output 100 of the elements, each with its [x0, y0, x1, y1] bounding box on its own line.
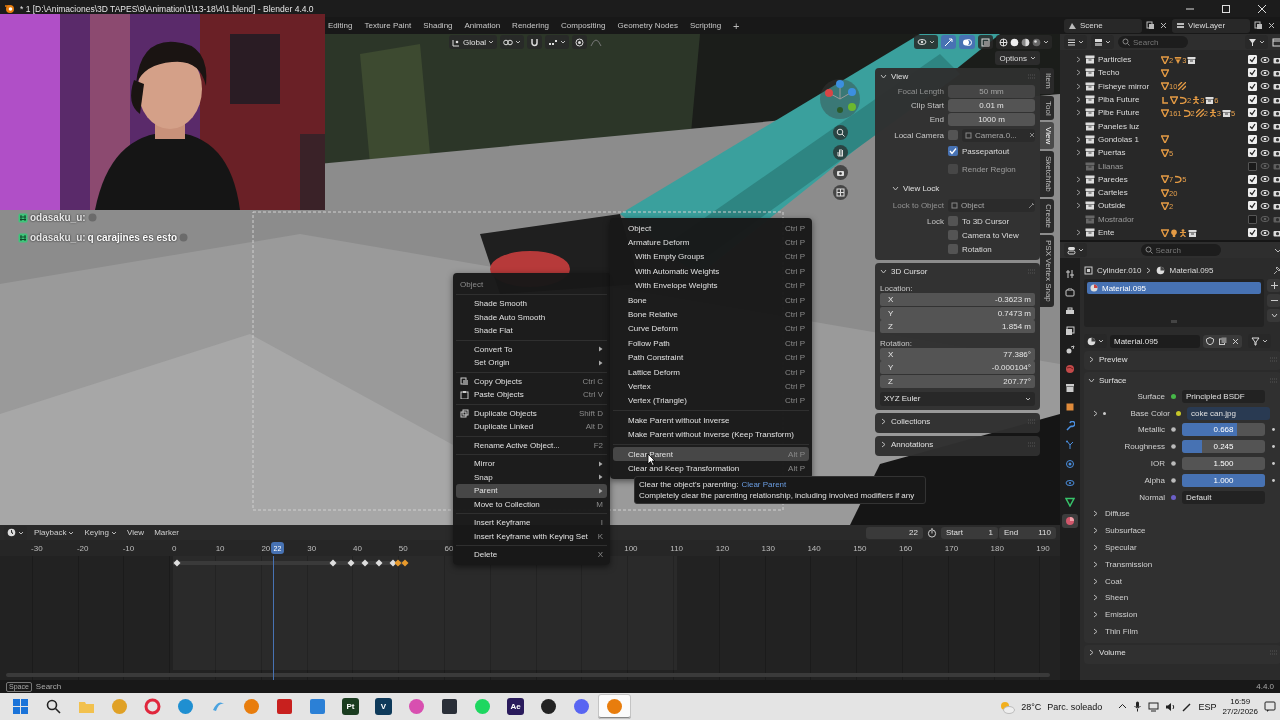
- subpanel-title[interactable]: Specular: [1105, 543, 1137, 553]
- current-frame-field[interactable]: 22: [866, 526, 923, 539]
- collection-name[interactable]: Gondolas 1: [1098, 134, 1158, 144]
- workspace-tab[interactable]: Rendering: [506, 19, 556, 32]
- value-slider[interactable]: 0.668: [1182, 423, 1265, 437]
- menu-item[interactable]: Shade Auto Smooth: [456, 310, 607, 324]
- menu-item[interactable]: View: [123, 528, 148, 537]
- view-layer-selector[interactable]: ViewLayer: [1172, 18, 1250, 33]
- panel-title[interactable]: Surface: [1099, 375, 1127, 385]
- value-slider[interactable]: 0.245: [1182, 440, 1265, 454]
- menu-item[interactable]: Armature Deform Ctrl P: [613, 235, 809, 250]
- link-field[interactable]: coke can.jpg: [1187, 406, 1270, 420]
- collection-name[interactable]: Mostrador: [1098, 214, 1158, 224]
- collection-name[interactable]: Piba Future: [1098, 95, 1158, 105]
- menu-item[interactable]: Vertex (Triangle) Ctrl P: [613, 393, 809, 409]
- sidebar-tab[interactable]: Item: [1040, 68, 1054, 94]
- breadcrumb-item[interactable]: Material.095: [1169, 265, 1214, 275]
- vector-field[interactable]: Y -0.000104°: [880, 361, 1035, 375]
- menu-item[interactable]: With Automatic Weights Ctrl P: [613, 264, 809, 279]
- panel-title[interactable]: 3D Cursor: [891, 266, 928, 276]
- collection-name[interactable]: Paneles luz: [1098, 121, 1158, 131]
- workspace-tab[interactable]: Scripting: [683, 19, 728, 32]
- collection-name[interactable]: Outside: [1098, 201, 1158, 211]
- menu-item[interactable]: Object Ctrl P: [613, 221, 809, 236]
- menu-item[interactable]: Curve Deform Ctrl P: [613, 321, 809, 337]
- menu-item[interactable]: Rename Active Object... F2: [456, 438, 607, 452]
- menu-item[interactable]: Keying: [81, 528, 120, 537]
- collection-name[interactable]: Partircles: [1098, 55, 1158, 65]
- number-field[interactable]: 1.500: [1182, 457, 1265, 471]
- start-frame-field[interactable]: Start 1: [941, 526, 998, 539]
- workspace-tab[interactable]: Editing: [322, 19, 359, 32]
- workspace-tab[interactable]: Texture Paint: [358, 19, 418, 32]
- vector-field[interactable]: Z 207.77°: [880, 374, 1035, 388]
- workspace-tab[interactable]: Compositing: [555, 19, 612, 32]
- workspace-tab[interactable]: Animation: [458, 19, 507, 32]
- menu-item[interactable]: Vertex Ctrl P: [613, 379, 809, 394]
- panel-title[interactable]: View: [891, 71, 909, 81]
- subpanel-title[interactable]: Diffuse: [1105, 509, 1130, 519]
- subpanel-title[interactable]: Coat: [1105, 576, 1122, 586]
- language-indicator[interactable]: ESP: [1198, 701, 1217, 712]
- search-field[interactable]: Search: [1140, 244, 1221, 256]
- sidebar-tab[interactable]: Create: [1040, 199, 1054, 234]
- subpanel-title[interactable]: Sheen: [1105, 593, 1129, 603]
- collection-name[interactable]: Puertas: [1098, 148, 1158, 158]
- vector-field[interactable]: Z 1.854 m: [880, 320, 1035, 334]
- material-slot-list[interactable]: Material.095: [1084, 279, 1264, 327]
- options-dropdown[interactable]: Options: [995, 51, 1040, 65]
- orientation-dropdown[interactable]: Global: [449, 35, 498, 49]
- menu-item[interactable]: Path Constraint Ctrl P: [613, 350, 809, 365]
- menu-item[interactable]: Snap: [456, 470, 607, 484]
- subpanel-title[interactable]: Thin Film: [1105, 627, 1138, 637]
- taskbar-button[interactable]: Pt: [334, 694, 367, 719]
- sidebar-tab[interactable]: Tool: [1040, 95, 1054, 121]
- menu-item[interactable]: Mirror: [456, 457, 607, 471]
- menu-item[interactable]: Move to Collection M: [456, 497, 607, 511]
- sidebar-tab[interactable]: Sketchfab: [1040, 151, 1054, 198]
- menu-item[interactable]: Clear and Keep Transformation Alt P: [613, 461, 809, 476]
- menu-item[interactable]: Bone Relative Ctrl P: [613, 307, 809, 322]
- sidebar-tab[interactable]: PSX Vertex Snap: [1040, 235, 1054, 307]
- subpanel-title[interactable]: Subsurface: [1105, 526, 1146, 536]
- link-field[interactable]: Default: [1182, 490, 1265, 504]
- menu-item[interactable]: Bone Ctrl P: [613, 292, 809, 308]
- add-workspace-button[interactable]: +: [727, 19, 746, 32]
- panel-title[interactable]: Preview: [1099, 354, 1128, 364]
- sidebar-tab[interactable]: View: [1040, 122, 1054, 150]
- vector-field[interactable]: X -0.3623 m: [880, 293, 1035, 307]
- subpanel-title[interactable]: Transmission: [1105, 559, 1153, 569]
- collection-name[interactable]: Carteles: [1098, 188, 1158, 198]
- menu-item[interactable]: Duplicate Objects Shift D: [456, 406, 607, 420]
- collection-name[interactable]: Paredes: [1098, 174, 1158, 184]
- menu-item[interactable]: Shade Smooth: [456, 297, 607, 311]
- menu-item[interactable]: Copy Objects Ctrl C: [456, 374, 607, 388]
- menu-item[interactable]: Parent: [456, 484, 607, 498]
- taskbar-button[interactable]: V: [367, 694, 400, 719]
- collection-name[interactable]: Techo: [1098, 68, 1158, 78]
- menu-item[interactable]: Insert Keyframe with Keying Set K: [456, 529, 607, 543]
- menu-item[interactable]: Shade Flat: [456, 324, 607, 338]
- menu-item[interactable]: Convert To: [456, 342, 607, 356]
- workspace-tab[interactable]: Geometry Nodes: [611, 19, 684, 32]
- collection-name[interactable]: Llianas: [1098, 161, 1158, 171]
- value-slider[interactable]: 1.000: [1182, 473, 1265, 487]
- menu-item[interactable]: Lattice Deform Ctrl P: [613, 364, 809, 380]
- material-slot[interactable]: Material.095: [1087, 282, 1261, 294]
- menu-item[interactable]: Make Parent without Inverse: [613, 413, 809, 428]
- taskbar-button[interactable]: Ae: [499, 694, 532, 719]
- end-frame-field[interactable]: End 110: [999, 526, 1056, 539]
- workspace-tab[interactable]: Shading: [417, 19, 459, 32]
- menu-item[interactable]: Duplicate Linked Alt D: [456, 420, 607, 434]
- collection-name[interactable]: Pibe Future: [1098, 108, 1158, 118]
- subpanel-title[interactable]: View Lock: [903, 183, 940, 193]
- vector-field[interactable]: X 77.386°: [880, 347, 1035, 361]
- collection-name[interactable]: Ente: [1098, 228, 1158, 237]
- menu-item[interactable]: Delete X: [456, 548, 607, 562]
- menu-item[interactable]: Playback: [31, 528, 78, 537]
- search-field[interactable]: Search: [1118, 36, 1188, 48]
- clock-time[interactable]: 16:59: [1230, 696, 1251, 707]
- menu-item[interactable]: Make Parent without Inverse (Keep Transform): [613, 427, 809, 442]
- rotation-mode-dropdown[interactable]: XYZ Euler: [880, 391, 1035, 406]
- number-field[interactable]: 1000 m: [948, 112, 1035, 126]
- number-field[interactable]: 0.01 m: [948, 98, 1035, 112]
